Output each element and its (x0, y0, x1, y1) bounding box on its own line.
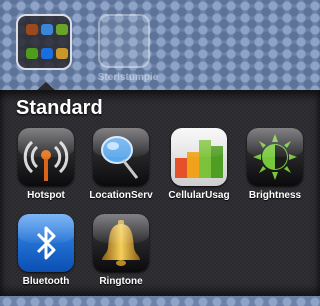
hotspot-icon (18, 128, 74, 186)
app-label: CellularUsag (168, 190, 230, 201)
mini-brightness-icon (26, 47, 38, 59)
neighbor-app-icon[interactable] (98, 14, 150, 68)
app-label: Ringtone (99, 276, 143, 287)
app-label: Bluetooth (22, 276, 70, 287)
brightness-icon (247, 128, 303, 186)
app-ringtone[interactable]: Ringtone (84, 214, 158, 287)
folder-icon[interactable] (16, 14, 72, 70)
cellular-usage-icon (171, 128, 227, 186)
mini-location-icon (41, 24, 53, 35)
mini-bell-icon (56, 47, 68, 59)
app-label: LocationServ (89, 190, 153, 201)
mini-hotspot-icon (26, 24, 38, 35)
bluetooth-icon (18, 214, 74, 272)
app-brightness[interactable]: Brightness (238, 128, 312, 201)
folder-title[interactable]: Standard (16, 97, 103, 120)
location-pin-icon (93, 128, 149, 186)
app-label: Brightness (248, 190, 302, 201)
app-bluetooth[interactable]: Bluetooth (9, 214, 83, 287)
mini-cellular-icon (56, 24, 68, 35)
mini-bluetooth-icon (41, 47, 53, 59)
app-hotspot[interactable]: Hotspot (9, 128, 83, 201)
app-cellular-usage[interactable]: CellularUsag (162, 128, 236, 201)
app-location-services[interactable]: LocationServ (84, 128, 158, 201)
app-label: Hotspot (27, 190, 65, 201)
bell-icon (93, 214, 149, 272)
neighbor-app-label: Steristumpie (97, 72, 159, 83)
wallpaper-bottom (0, 296, 320, 306)
